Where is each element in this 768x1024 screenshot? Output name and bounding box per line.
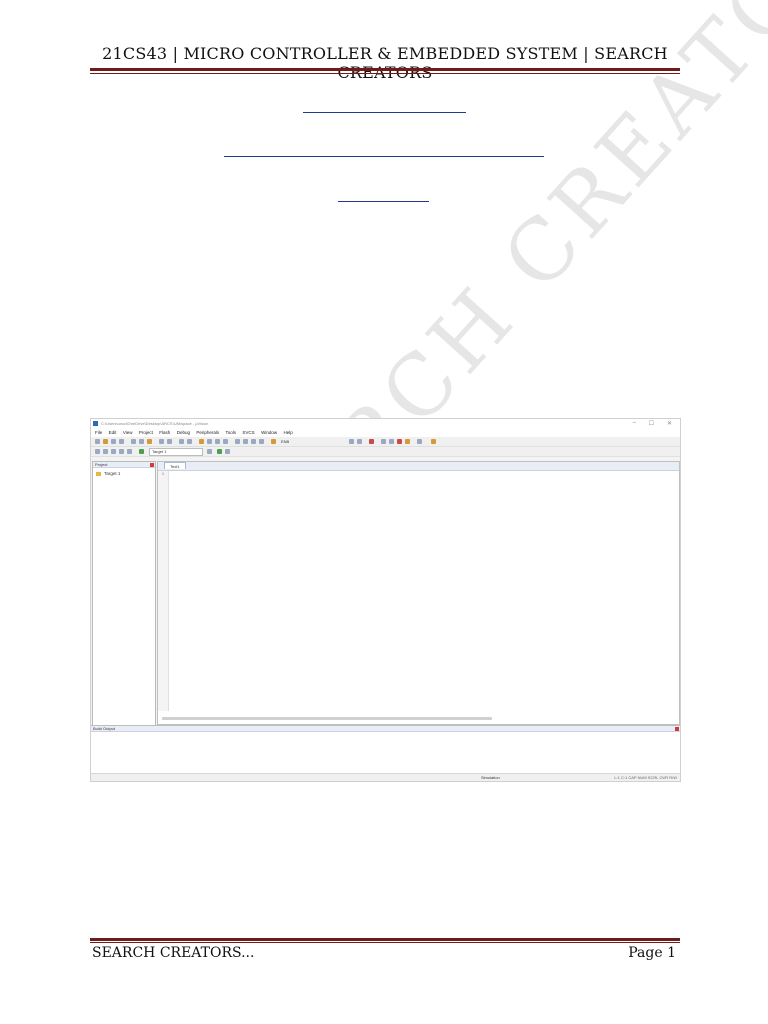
menu-edit[interactable]: Edit [109,429,117,437]
folder-icon [96,471,101,476]
editor-tabstrip: Text1 [158,462,679,471]
footer-rule-thick [90,938,680,941]
find-icon[interactable] [349,439,354,444]
nav-forward-icon[interactable] [187,439,192,444]
status-cursor: L:1 C:1 CAP NUM SCRL OVR R/W [614,775,677,780]
blank-link-2[interactable] [224,156,544,157]
build-output-title: Build Output [93,726,116,731]
menu-flash[interactable]: Flash [159,429,170,437]
breakpoint-kill-icon[interactable] [405,439,410,444]
menu-peripherals[interactable]: Peripherals [196,429,219,437]
menu-file[interactable]: File [95,429,102,437]
header-rule-thin [90,73,680,74]
rebuild-icon[interactable] [111,449,116,454]
ide-status-bar: Simulation L:1 C:1 CAP NUM SCRL OVR R/W [91,773,680,781]
blank-link-1[interactable] [303,112,466,113]
editor-horizontal-scrollbar[interactable] [162,717,492,720]
ide-window-title: C:\Users\unod\OneDrive\Desktop\ARCS\UM\s… [101,421,209,426]
uncomment-icon[interactable] [259,439,264,444]
project-panel: Project Target 1 [92,461,156,763]
build-output-panel: Build Output [91,725,680,774]
menu-debug[interactable]: Debug [177,429,190,437]
line-number: 1 [161,471,165,476]
bookmark-clear-icon[interactable] [223,439,228,444]
paste-icon[interactable] [147,439,152,444]
editor-pane[interactable]: Text1 1 [157,461,680,725]
unindent-icon[interactable] [243,439,248,444]
menu-window[interactable]: Window [261,429,277,437]
translate-icon[interactable] [95,449,100,454]
maximize-icon[interactable]: ☐ [649,420,654,427]
project-panel-close-icon[interactable] [150,463,154,467]
stop-build-icon[interactable] [127,449,132,454]
breakpoint-enable-icon[interactable] [389,439,394,444]
page-number: Page 1 [628,945,676,961]
cut-icon[interactable] [131,439,136,444]
menu-help[interactable]: Help [283,429,292,437]
bookmark-prev-icon[interactable] [207,439,212,444]
build-icon[interactable] [103,449,108,454]
ide-toolbar-main: ENB [91,437,680,447]
editor-gutter: 1 [158,471,169,711]
bookmark-next-icon[interactable] [215,439,220,444]
breakpoint-disable-icon[interactable] [397,439,402,444]
ide-title-bar: C:\Users\unod\OneDrive\Desktop\ARCS\UM\s… [91,419,680,429]
breakpoint-insert-icon[interactable] [381,439,386,444]
toolbar-label[interactable]: ENB [281,438,289,445]
header-rule-thick [90,68,680,71]
manage-components-icon[interactable] [217,449,222,454]
save-all-icon[interactable] [119,439,124,444]
uvision-app-icon [93,421,98,426]
comment-icon[interactable] [251,439,256,444]
ide-menu-bar: File Edit View Project Flash Debug Perip… [91,429,680,437]
configure-icon[interactable] [431,439,436,444]
footer-rule-thin [90,942,680,943]
status-mode: Simulation [481,775,500,780]
redo-icon[interactable] [167,439,172,444]
save-icon[interactable] [111,439,116,444]
blank-link-3[interactable] [338,201,429,202]
target-select[interactable]: Target 1 [149,448,203,456]
menu-view[interactable]: View [123,429,133,437]
copy-icon[interactable] [139,439,144,444]
ide-screenshot: C:\Users\unod\OneDrive\Desktop\ARCS\UM\s… [90,418,681,782]
build-output-header: Build Output [91,726,680,732]
project-tree-target-label: Target 1 [104,471,121,476]
menu-svcs[interactable]: SVCS [242,429,254,437]
menu-tools[interactable]: Tools [226,429,237,437]
select-packs-icon[interactable] [225,449,230,454]
ide-toolbar-build: Target 1 [91,447,680,457]
menu-project[interactable]: Project [139,429,153,437]
nav-back-icon[interactable] [179,439,184,444]
project-panel-header: Project [93,462,155,468]
incremental-find-icon[interactable] [357,439,362,444]
editor-tab-text1[interactable]: Text1 [164,462,186,469]
indent-icon[interactable] [235,439,240,444]
debug-start-icon[interactable] [369,439,374,444]
batch-build-icon[interactable] [119,449,124,454]
footer-left: SEARCH CREATORS... [92,945,255,961]
download-icon[interactable] [139,449,144,454]
target-options-icon[interactable] [207,449,212,454]
project-panel-title: Project [95,462,108,467]
open-file-icon[interactable] [103,439,108,444]
close-icon[interactable]: ✕ [667,420,672,427]
bookmark-icon[interactable] [199,439,204,444]
build-output-close-icon[interactable] [675,727,679,731]
new-file-icon[interactable] [95,439,100,444]
minimize-icon[interactable]: – [633,420,636,426]
project-tree-target[interactable]: Target 1 [96,471,120,476]
window-layout-icon[interactable] [417,439,422,444]
undo-icon[interactable] [159,439,164,444]
find-in-files-icon[interactable] [271,439,276,444]
page-header: 21CS43 | MICRO CONTROLLER & EMBEDDED SYS… [102,44,668,82]
